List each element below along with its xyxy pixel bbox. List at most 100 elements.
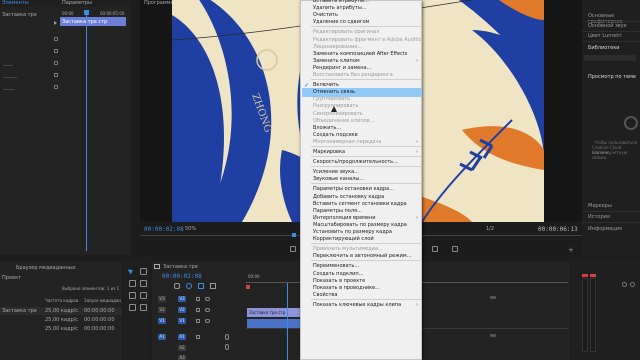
- pen-tool-icon[interactable]: [140, 292, 147, 299]
- scroll-handle[interactable]: [490, 296, 496, 299]
- menu-separator: [311, 298, 421, 300]
- cc-hint-line-3: войти в учетную запись: [592, 150, 628, 160]
- divider: [582, 21, 640, 22]
- lock-icon[interactable]: [196, 308, 200, 312]
- selection-tool-icon[interactable]: [127, 267, 135, 275]
- creative-cloud-icon: [624, 116, 638, 130]
- camera-icon[interactable]: [432, 246, 438, 252]
- lock-icon[interactable]: [196, 319, 200, 323]
- column-header-fps[interactable]: Частота кадров: [45, 298, 78, 303]
- divider: [582, 31, 640, 32]
- close-icon[interactable]: [154, 264, 160, 269]
- track-source-a1[interactable]: A1: [158, 334, 166, 340]
- menu-item-48[interactable]: Показать ключевые кадры клипа ›: [313, 301, 421, 310]
- program-current-timecode[interactable]: 00:00:02:08: [144, 226, 184, 233]
- timeline-playhead[interactable]: [287, 283, 288, 360]
- table-row[interactable]: 25,00 кадр/с 00:00:00:00: [0, 325, 122, 333]
- resolution-select[interactable]: 1/2: [486, 226, 494, 232]
- solo-left-icon[interactable]: [622, 282, 627, 287]
- eye-icon[interactable]: [205, 297, 210, 301]
- timeline-sequence-tab[interactable]: Заставка тре: [163, 264, 198, 270]
- tab-effect-controls-right[interactable]: Параметры: [62, 0, 92, 6]
- libraries-select[interactable]: [584, 55, 636, 61]
- scroll-handle[interactable]: [490, 334, 496, 337]
- keyframe-toggle-icon[interactable]: [54, 73, 58, 77]
- menu-item-label: Объединение клипов...: [313, 117, 375, 124]
- track-target-a3[interactable]: A3: [178, 355, 186, 360]
- timeline-video-clip[interactable]: Заставка тре стр: [247, 308, 307, 317]
- track-target-v1[interactable]: V1: [178, 318, 186, 324]
- lock-icon[interactable]: [196, 297, 200, 301]
- settings-wrench-icon[interactable]: +: [568, 246, 574, 254]
- menu-item-label: Привязать мультимедиа...: [313, 246, 383, 253]
- keyframe-toggle-icon[interactable]: [54, 49, 58, 53]
- divider: [582, 41, 640, 42]
- project-item-start: 00:00:00:00: [84, 308, 115, 314]
- menu-item-label: Отменить связь: [313, 89, 355, 96]
- nest-toggle-icon[interactable]: [174, 283, 180, 289]
- tools-panel: [124, 262, 150, 360]
- microphone-icon[interactable]: [225, 344, 229, 350]
- panel-item-markers[interactable]: Маркеры: [588, 203, 612, 209]
- razor-tool-icon[interactable]: [140, 280, 147, 287]
- tab-effect-controls[interactable]: Элементы: [2, 0, 29, 6]
- panel-item-libraries[interactable]: Библиотеки: [588, 45, 620, 51]
- meter-peak-right: [590, 274, 596, 277]
- lock-icon[interactable]: [196, 335, 200, 339]
- timeline-timecode[interactable]: 00:00:02:08: [162, 273, 202, 280]
- slip-tool-icon[interactable]: [129, 292, 136, 299]
- add-marker-icon[interactable]: [210, 283, 216, 289]
- track-target-v2[interactable]: V2: [178, 307, 186, 313]
- menu-separator: [311, 26, 421, 28]
- panel-item-history[interactable]: История: [588, 214, 610, 220]
- effect-controls-playhead[interactable]: [86, 11, 87, 251]
- timeline-ruler-start: 00:00: [248, 274, 260, 279]
- type-tool-icon[interactable]: [140, 304, 147, 311]
- menu-item-label: Усиление звука...: [313, 169, 359, 176]
- snap-toggle-icon[interactable]: [186, 283, 192, 289]
- keyframe-toggle-icon[interactable]: [54, 37, 58, 41]
- menu-item-label: Маркировка: [313, 149, 346, 155]
- panel-item-essential-sound[interactable]: Основной звук: [588, 23, 627, 29]
- solo-right-icon[interactable]: [630, 282, 635, 287]
- track-target-a1[interactable]: A1: [178, 334, 186, 340]
- table-row[interactable]: Заставка тре 25,00 кадр/с 00:00:00:00: [0, 307, 122, 315]
- menu-item-label: Переключить в автономный режим...: [313, 253, 412, 260]
- menu-item-label: Показать ключевые кадры клипа: [313, 301, 402, 308]
- table-row[interactable]: 25,00 кадр/с 00:00:00:00: [0, 316, 122, 324]
- stock-browse-label[interactable]: Просмотр по теме: [588, 74, 636, 80]
- menu-item-label: Звуковые каналы...: [313, 176, 365, 183]
- mini-timeline-playhead-icon[interactable]: [292, 233, 296, 237]
- keyframe-toggle-icon[interactable]: [54, 61, 58, 65]
- eye-icon[interactable]: [205, 308, 210, 312]
- eye-icon[interactable]: [205, 319, 210, 323]
- column-header-media-start[interactable]: Запуск медиадан: [84, 298, 121, 303]
- menu-item-label: Восстановить без рендеринга: [313, 72, 393, 78]
- panel-item-info[interactable]: Информация: [588, 226, 622, 232]
- track-source-v3[interactable]: V3: [158, 296, 166, 302]
- tab-project[interactable]: Проект: [2, 275, 21, 281]
- meter-peak-left: [582, 274, 588, 277]
- track-source-v1[interactable]: V1: [158, 318, 166, 324]
- tab-media-browser[interactable]: Браузер медиаданных: [16, 265, 76, 271]
- linked-selection-icon[interactable]: [198, 283, 204, 289]
- effect-controls-clip-bar[interactable]: Заставка тре стр: [60, 17, 126, 26]
- track-source-v2[interactable]: V2: [158, 307, 166, 313]
- track-target-v3[interactable]: V3: [178, 296, 186, 302]
- play-triangle-icon[interactable]: [54, 21, 58, 25]
- marker-icon[interactable]: [290, 246, 296, 252]
- zoom-select[interactable]: 50%: [185, 226, 196, 232]
- microphone-icon[interactable]: [225, 334, 229, 340]
- menu-separator: [311, 156, 421, 158]
- ripple-edit-tool-icon[interactable]: [129, 280, 136, 287]
- playhead-handle-icon[interactable]: [84, 10, 89, 15]
- hand-tool-icon[interactable]: [129, 304, 136, 311]
- track-target-a2[interactable]: A2: [178, 345, 186, 351]
- button-editor-icon[interactable]: [452, 246, 458, 252]
- track-select-tool-icon[interactable]: [140, 268, 147, 275]
- timeline-audio-clip[interactable]: [247, 319, 307, 328]
- panel-item-lumetri[interactable]: Цвет Lumetri: [588, 33, 622, 39]
- keyframe-toggle-icon[interactable]: [54, 85, 58, 89]
- meter-bar-left: [582, 278, 588, 352]
- menu-item-label: Рендеринг и замена...: [313, 64, 372, 71]
